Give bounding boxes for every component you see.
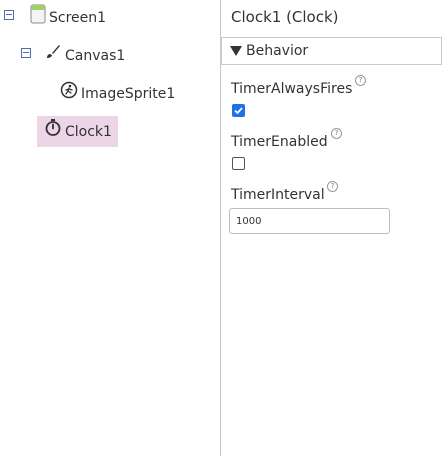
tree-item-canvas1[interactable]: Canvas1 <box>65 48 125 64</box>
behavior-section-header[interactable]: Behavior <box>221 37 442 65</box>
timer-interval-label: TimerInterval <box>231 187 325 203</box>
timer-always-fires-checkbox[interactable] <box>232 104 245 117</box>
stopwatch-icon <box>44 118 62 140</box>
component-tree: Screen1 Canvas1 ImageSprite1 Clock1 <box>0 0 220 456</box>
timer-interval-input[interactable] <box>229 208 390 234</box>
tree-item-imagesprite1[interactable]: ImageSprite1 <box>81 86 175 102</box>
tree-item-clock1-label-wrap: Clock1 <box>65 124 112 140</box>
running-figure-icon <box>60 81 78 103</box>
screen-icon <box>30 4 46 28</box>
help-icon[interactable]: ? <box>331 128 342 139</box>
tree-item-label: ImageSprite1 <box>81 86 176 102</box>
timer-enabled-label: TimerEnabled <box>231 134 328 150</box>
timer-always-fires-label: TimerAlwaysFires <box>231 81 353 97</box>
properties-panel: Clock1 (Clock) Behavior TimerAlwaysFires… <box>221 0 444 456</box>
tree-item-label: Screen1 <box>49 10 107 26</box>
timer-enabled-checkbox[interactable] <box>232 157 245 170</box>
collapse-toggle-screen1[interactable] <box>4 10 14 20</box>
help-icon[interactable]: ? <box>327 181 338 192</box>
tree-item-screen1[interactable]: Screen1 <box>49 10 106 26</box>
triangle-down-icon <box>230 46 242 56</box>
tree-item-label: Clock1 <box>65 124 112 140</box>
tree-item-label: Canvas1 <box>65 48 126 64</box>
help-icon[interactable]: ? <box>355 75 366 86</box>
properties-title: Clock1 (Clock) <box>231 8 339 26</box>
section-label: Behavior <box>246 43 309 59</box>
collapse-toggle-canvas1[interactable] <box>21 48 31 58</box>
paintbrush-icon <box>45 44 61 64</box>
